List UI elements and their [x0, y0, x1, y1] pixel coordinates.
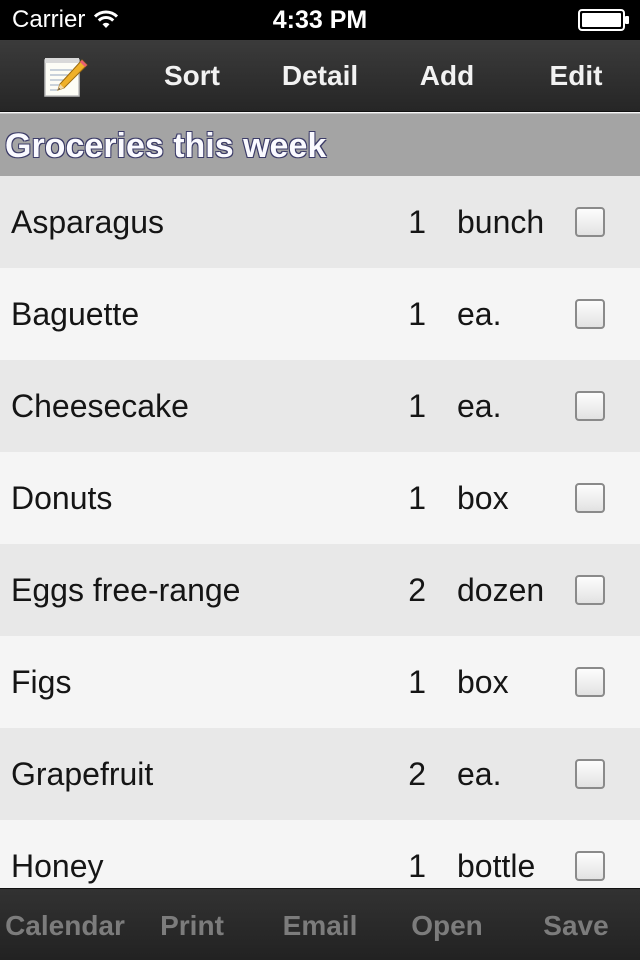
list-item[interactable]: Eggs free-range 2 dozen [0, 544, 640, 636]
list-item[interactable]: Asparagus 1 bunch [0, 176, 640, 268]
item-name: Grapefruit [11, 756, 154, 792]
item-name: Baguette [11, 296, 140, 332]
add-button[interactable]: Add [408, 40, 486, 112]
item-name: Honey [11, 848, 104, 884]
item-checkbox[interactable] [575, 299, 605, 329]
save-button[interactable]: Save [532, 889, 620, 960]
item-checkbox[interactable] [575, 575, 605, 605]
item-name: Eggs free-range [11, 572, 241, 608]
item-unit: ea. [457, 296, 502, 332]
item-quantity: 2 [408, 572, 426, 608]
sort-button[interactable]: Sort [152, 40, 232, 112]
item-checkbox[interactable] [575, 483, 605, 513]
print-button[interactable]: Print [150, 889, 234, 960]
item-unit: bunch [457, 204, 545, 240]
item-checkbox[interactable] [575, 851, 605, 881]
top-toolbar: Sort Detail Add Edit [0, 40, 640, 112]
item-unit: box [457, 664, 509, 700]
item-checkbox[interactable] [575, 667, 605, 697]
item-quantity: 1 [408, 664, 426, 700]
bottom-toolbar: Calendar Print Email Open Save [0, 888, 640, 960]
email-button[interactable]: Email [274, 889, 366, 960]
item-checkbox[interactable] [575, 759, 605, 789]
item-unit: bottle [457, 848, 536, 884]
item-quantity: 1 [408, 296, 426, 332]
item-quantity: 1 [408, 204, 426, 240]
item-quantity: 1 [408, 480, 426, 516]
item-quantity: 1 [408, 848, 426, 884]
edit-button[interactable]: Edit [538, 40, 614, 112]
list-item[interactable]: Figs 1 box [0, 636, 640, 728]
item-name: Cheesecake [11, 388, 189, 424]
list-item[interactable]: Grapefruit 2 ea. [0, 728, 640, 820]
item-quantity: 1 [408, 388, 426, 424]
item-unit: dozen [457, 572, 545, 608]
list-item[interactable]: Baguette 1 ea. [0, 268, 640, 360]
item-unit: ea. [457, 756, 502, 792]
list-section-header: Groceries this week [0, 113, 640, 176]
clock: 4:33 PM [272, 6, 368, 34]
item-quantity: 2 [408, 756, 426, 792]
item-name: Asparagus [11, 204, 164, 240]
item-name: Donuts [11, 480, 113, 516]
item-name: Figs [11, 664, 72, 700]
battery-icon [578, 9, 629, 31]
item-checkbox[interactable] [575, 207, 605, 237]
calendar-button[interactable]: Calendar [0, 889, 130, 960]
status-bar: Carrier 4:33 PM [0, 0, 640, 40]
notepad-pencil-icon[interactable] [44, 56, 88, 98]
item-checkbox[interactable] [575, 391, 605, 421]
list-item[interactable]: Cheesecake 1 ea. [0, 360, 640, 452]
list-item[interactable]: Donuts 1 box [0, 452, 640, 544]
list-title: Groceries this week [5, 127, 327, 165]
item-unit: box [457, 480, 509, 516]
item-unit: ea. [457, 388, 502, 424]
detail-button[interactable]: Detail [272, 40, 368, 112]
list-item[interactable]: Honey 1 bottle [0, 820, 640, 888]
grocery-list[interactable]: Asparagus 1 bunch Baguette 1 ea. Cheesec… [0, 176, 640, 888]
open-button[interactable]: Open [400, 889, 494, 960]
app-screen: Carrier 4:33 PM Sort Detail Add Edit Gro… [0, 0, 640, 960]
